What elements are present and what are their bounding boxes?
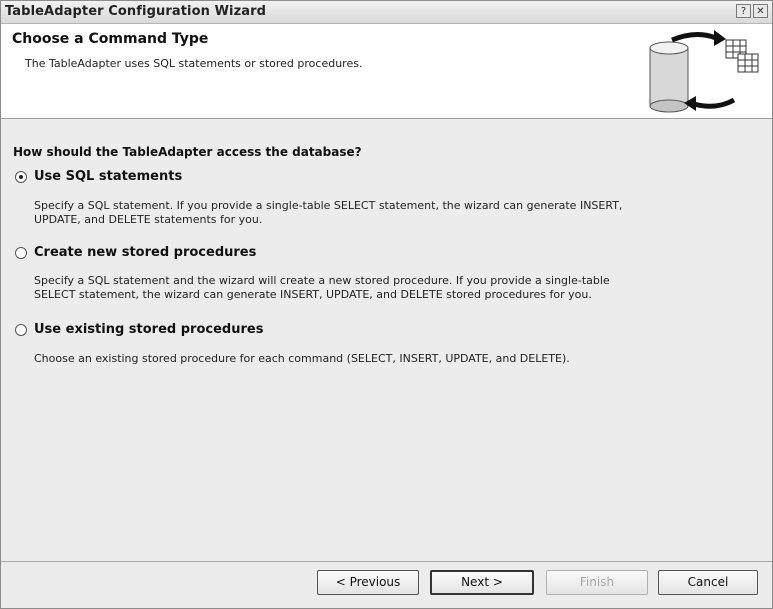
next-button[interactable]: Next > <box>430 570 534 595</box>
option-description: Specify a SQL statement. If you provide … <box>34 199 759 227</box>
cancel-button[interactable]: Cancel <box>658 570 758 595</box>
option-label: Create new stored procedures <box>34 245 257 260</box>
database-tables-icon <box>649 30 759 113</box>
access-question: How should the TableAdapter access the d… <box>13 145 362 159</box>
option-description: Specify a SQL statement and the wizard w… <box>34 274 759 302</box>
radio-use-existing-stored-procedures[interactable] <box>15 323 27 336</box>
wizard-window: TableAdapter Configuration Wizard ? ✕ Ch… <box>0 0 773 609</box>
description-line: Specify a SQL statement. If you provide … <box>34 199 623 212</box>
title-bar[interactable]: TableAdapter Configuration Wizard ? ✕ <box>1 1 772 24</box>
description-line: SELECT statement, the wizard can generat… <box>34 288 592 301</box>
page-title: Choose a Command Type <box>12 31 209 47</box>
radio-use-sql-statements[interactable] <box>15 170 27 183</box>
option-create-new-stored-procedures[interactable]: Create new stored procedures <box>15 245 256 260</box>
radio-create-new-stored-procedures[interactable] <box>15 246 27 259</box>
previous-button[interactable]: < Previous <box>317 570 419 595</box>
help-button[interactable]: ? <box>736 4 751 18</box>
wizard-footer: < Previous Next > Finish Cancel <box>1 562 772 608</box>
description-line: Choose an existing stored procedure for … <box>34 352 570 365</box>
option-description: Choose an existing stored procedure for … <box>34 352 759 366</box>
wizard-header: Choose a Command Type The TableAdapter u… <box>1 24 772 119</box>
wizard-content: How should the TableAdapter access the d… <box>1 119 772 561</box>
option-label: Use SQL statements <box>34 169 183 184</box>
description-line: Specify a SQL statement and the wizard w… <box>34 274 610 287</box>
option-label: Use existing stored procedures <box>34 322 264 337</box>
option-use-sql-statements[interactable]: Use SQL statements <box>15 169 182 184</box>
window-title: TableAdapter Configuration Wizard <box>5 4 267 19</box>
finish-button[interactable]: Finish <box>546 570 648 595</box>
close-button[interactable]: ✕ <box>753 4 768 18</box>
option-use-existing-stored-procedures[interactable]: Use existing stored procedures <box>15 322 263 337</box>
description-line: UPDATE, and DELETE statements for you. <box>34 213 263 226</box>
page-subtitle: The TableAdapter uses SQL statements or … <box>25 57 363 70</box>
